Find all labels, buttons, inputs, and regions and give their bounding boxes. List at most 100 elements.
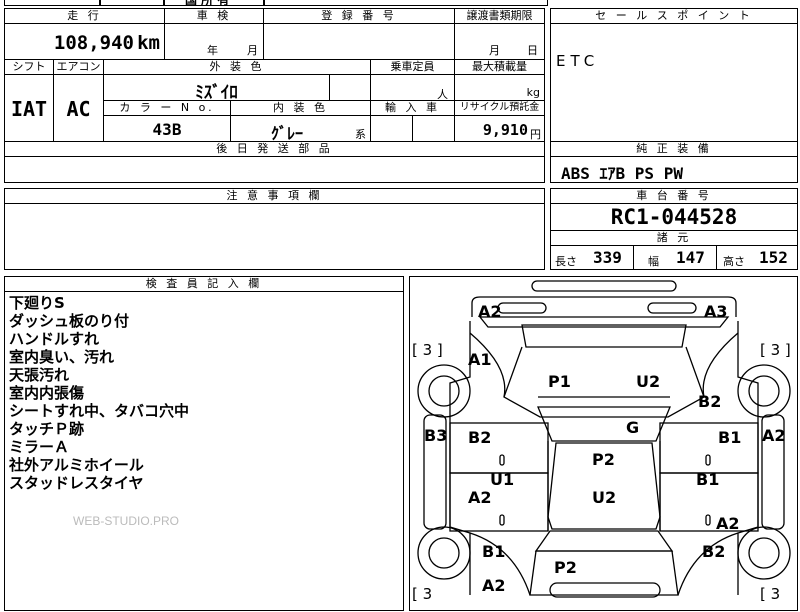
interior-color-cell: ｸﾞﾚｰ 系 [230, 115, 371, 143]
car-diagram: A2 A3 A1 P1 U2 B2 G B3 A2 B2 B1 P2 U1 B1… [412, 280, 791, 603]
transfer-day-unit: 日 [527, 44, 538, 57]
tyre-rear-right-inner [748, 537, 780, 569]
aircon-value: AC [66, 97, 91, 121]
specs-length-value: 339 [593, 248, 622, 267]
max-load-cell: kg [454, 74, 545, 101]
recycle-header: リサイクル預託金 [454, 100, 545, 116]
note-line: シートすれ中、タバコ穴中 [9, 402, 190, 420]
handle-rr [705, 514, 711, 526]
grille [521, 324, 687, 348]
mark-rear-door-right: A2 [716, 514, 740, 533]
max-load-unit: kg [526, 86, 540, 99]
tread-right-top: [ 3 ] [760, 341, 791, 359]
specs-width-value: 147 [676, 248, 705, 267]
mark-front-bumper-left: A2 [478, 302, 502, 321]
transfer-deadline-cell: 月 日 [454, 23, 545, 60]
handle-rl [499, 514, 505, 526]
front-bumper-bar [531, 280, 677, 292]
recycle-cell: 9,910 円 [454, 115, 545, 142]
import-header: 輸 入 車 [370, 100, 455, 116]
headlight-right [647, 302, 697, 314]
chassis-cell: RC1-044528 [550, 203, 798, 231]
inspection-month-unit: 月 [247, 44, 258, 57]
mark-front-fender-left: A1 [468, 350, 492, 369]
mark-pillar-right: B1 [696, 470, 719, 489]
tyre-front-left-inner [428, 375, 460, 407]
capacity-header: 乗車定員 [370, 59, 455, 75]
import-cell-b [412, 115, 455, 142]
transfer-month-unit: 月 [489, 44, 500, 57]
interior-color-header: 内 装 色 [230, 100, 371, 116]
registration-cell [263, 23, 455, 60]
watermark: WEB-STUDIO.PRO [73, 514, 180, 528]
mark-pillar-left: U1 [490, 470, 514, 489]
mark-front-bumper-right: A3 [704, 302, 728, 321]
interior-color-suffix: 系 [355, 128, 366, 141]
chassis-header: 車 台 番 号 [550, 188, 798, 204]
sales-point-value: ETC [556, 52, 600, 70]
exterior-color-header: 外 装 色 [103, 59, 371, 75]
exterior-color-extra [329, 74, 371, 101]
inspection-year-unit: 年 [207, 44, 218, 57]
mark-rear-bumper-left: A2 [482, 576, 506, 595]
body-right-side [737, 321, 759, 595]
specs-length-label: 長さ [555, 255, 577, 268]
tyre-front-right-inner [748, 375, 780, 407]
mark-side-rail-right: A2 [762, 426, 786, 445]
rear-window [534, 530, 674, 552]
import-cell-a [370, 115, 413, 142]
color-no-value: 43B [152, 120, 182, 139]
inspection-header: 車 検 [164, 8, 264, 24]
mark-hood-right: U2 [636, 372, 660, 391]
note-line: 下廻りS [9, 294, 65, 312]
note-line: タッチＰ跡 [9, 420, 85, 438]
note-line: 室内臭い、汚れ [9, 348, 115, 366]
windshield [537, 406, 671, 442]
tyre-front-left [417, 364, 471, 418]
inspector-header: 検 査 員 記 入 欄 [4, 276, 404, 292]
specs-width-cell: 幅 147 [633, 245, 717, 270]
specs-height-label: 高さ [723, 255, 745, 268]
trunk [529, 550, 679, 596]
caution-cell [4, 203, 545, 270]
equipment-cell: ABS ｴｱB PS PW [550, 156, 798, 183]
tread-left-top: [ 3 ] [412, 341, 443, 359]
sales-point-cell: ETC [550, 23, 798, 142]
owner-fragment: 国 所 有 [185, 0, 230, 7]
mark-windshield: G [626, 418, 639, 437]
front-door-left [449, 422, 549, 474]
mileage-unit: km [137, 32, 160, 54]
tyre-rear-left [417, 526, 471, 580]
aircon-header: エアコン [53, 59, 104, 75]
recycle-value: 9,910 [482, 121, 528, 139]
shift-cell: IAT [4, 74, 54, 142]
headlight-left [497, 302, 547, 314]
mark-front-door-left: B2 [468, 428, 491, 447]
mark-roof-top: P2 [592, 450, 615, 469]
inspector-cell: 下廻りS ダッシュ板のり付 ハンドルすれ 室内臭い、汚れ 天張汚れ 室内内張傷 … [4, 291, 404, 611]
tread-right-bottom: [ 3 [760, 585, 780, 603]
mileage-cell: 108,940 km [4, 23, 165, 60]
car-diagram-box: A2 A3 A1 P1 U2 B2 G B3 A2 B2 B1 P2 U1 B1… [409, 276, 798, 611]
mark-trunk: P2 [554, 558, 577, 577]
handle-fl [499, 454, 505, 466]
registration-header: 登 録 番 号 [263, 8, 455, 24]
note-line: スタッドレスタイヤ [9, 474, 144, 492]
mark-rear-door-left: A2 [468, 488, 492, 507]
tyre-front-right [737, 364, 791, 418]
specs-header: 諸 元 [550, 230, 798, 246]
mileage-header: 走 行 [4, 8, 165, 24]
note-line: 室内内張傷 [9, 384, 85, 402]
later-parts-header: 後 日 発 送 部 品 [4, 141, 545, 157]
chassis-value: RC1-044528 [610, 205, 738, 229]
note-line: 天張汚れ [9, 366, 70, 384]
handle-fr [705, 454, 711, 466]
later-parts-cell [4, 156, 545, 183]
capacity-cell: 人 [370, 74, 455, 101]
mark-rear-fender-left: B1 [482, 542, 505, 561]
mileage-value: 108,940 [53, 32, 134, 54]
tyre-rear-right [737, 526, 791, 580]
mark-front-fender-right: B2 [698, 392, 721, 411]
note-line: ダッシュ板のり付 [9, 312, 130, 330]
top-strip-right [264, 0, 548, 6]
